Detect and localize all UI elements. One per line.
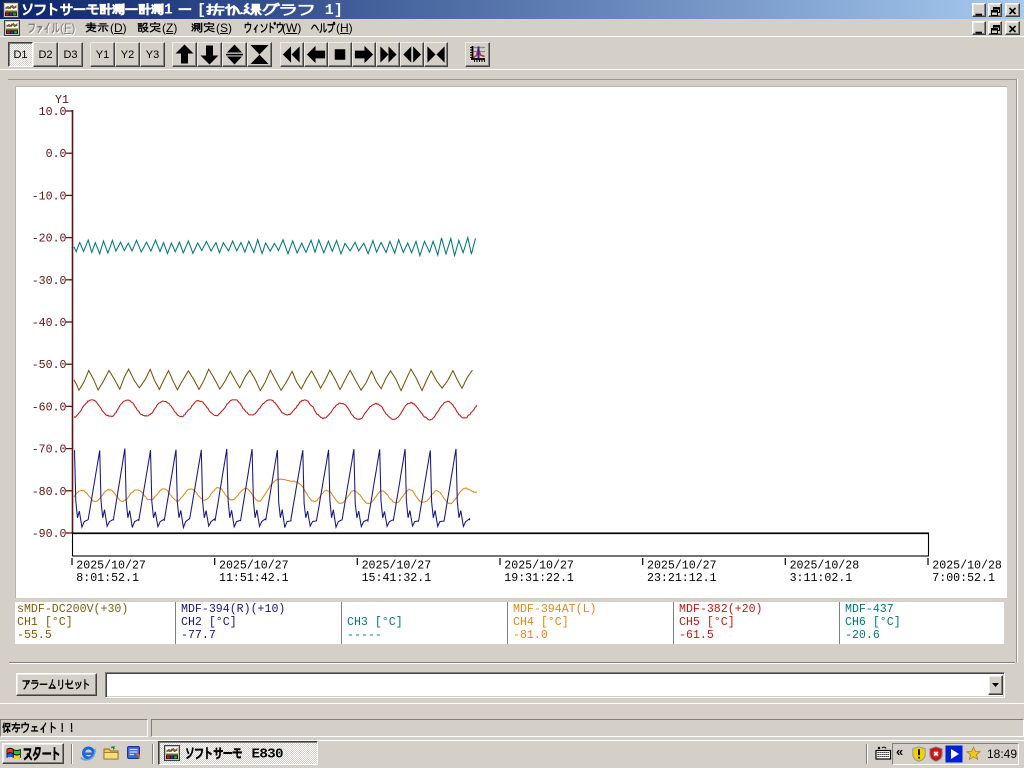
svg-text:-40.0: -40.0 [32,317,67,330]
svg-text:-20.0: -20.0 [32,233,67,246]
svg-text:2025/10/27: 2025/10/27 [362,560,432,573]
svg-text:-70.0: -70.0 [32,444,67,457]
svg-text:0.0: 0.0 [46,148,67,161]
svg-text:2025/10/27: 2025/10/27 [219,560,289,573]
svg-text:10.0: 10.0 [39,106,67,119]
svg-text:Y1: Y1 [55,94,69,107]
svg-text:E830: E830 [252,746,284,762]
svg-text:23:21:12.1: 23:21:12.1 [647,572,717,585]
svg-text:2025/10/28: 2025/10/28 [932,560,1002,573]
svg-text:-90.0: -90.0 [32,528,67,541]
svg-text:-60.0: -60.0 [32,401,67,414]
svg-text:-10.0: -10.0 [32,190,67,203]
svg-text:19:31:22.1: 19:31:22.1 [504,572,574,585]
svg-text:-50.0: -50.0 [32,359,67,372]
svg-text:11:51:42.1: 11:51:42.1 [219,572,289,585]
svg-text:2025/10/27: 2025/10/27 [76,560,146,573]
svg-text:8:01:52.1: 8:01:52.1 [76,572,139,585]
svg-text:15:41:32.1: 15:41:32.1 [362,572,432,585]
svg-text:2025/10/28: 2025/10/28 [790,560,860,573]
svg-text:2025/10/27: 2025/10/27 [504,560,574,573]
svg-text:2025/10/27: 2025/10/27 [647,560,717,573]
svg-text:7:00:52.1: 7:00:52.1 [932,572,995,585]
svg-text:-80.0: -80.0 [32,486,67,499]
svg-text:-30.0: -30.0 [32,275,67,288]
svg-text:3:11:02.1: 3:11:02.1 [790,572,853,585]
